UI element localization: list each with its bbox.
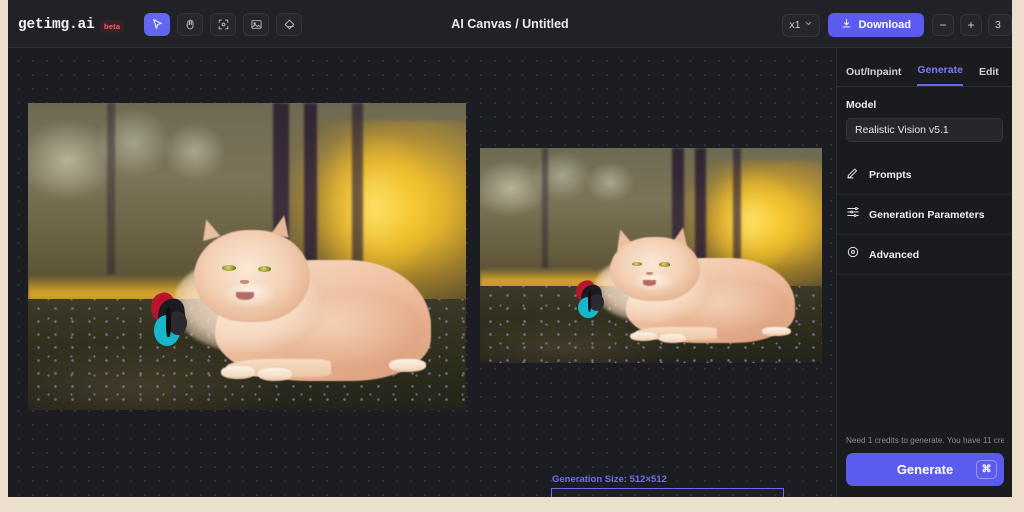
canvas-image-2[interactable] xyxy=(480,148,822,363)
hand-tool-button[interactable] xyxy=(177,13,203,36)
tool-group xyxy=(144,13,302,36)
download-label: Download xyxy=(858,19,911,31)
brand-logo: getimg.ai xyxy=(18,17,95,33)
tab-outinpaint[interactable]: Out/Inpaint xyxy=(846,66,901,86)
cursor-tool-button[interactable] xyxy=(144,13,170,36)
zoom-out-button[interactable]: − xyxy=(932,14,954,36)
image-icon xyxy=(250,18,263,31)
generate-label: Generate xyxy=(896,462,954,477)
cursor-icon xyxy=(151,18,164,31)
section-advanced-label: Advanced xyxy=(869,248,920,261)
zoom-controls: − + 3 xyxy=(932,14,1012,36)
credits-text: Need 1 credits to generate. You have 11 … xyxy=(846,436,1004,445)
download-icon xyxy=(841,18,852,32)
image-tool-button[interactable] xyxy=(243,13,269,36)
model-section-label: Model xyxy=(846,99,877,111)
chevron-down-icon xyxy=(804,19,813,31)
app-window: getimg.ai beta AI Canvas / Untitled x1 D… xyxy=(8,0,1012,497)
tab-edit[interactable]: Edit xyxy=(979,66,999,86)
generation-selection-box[interactable] xyxy=(551,488,784,497)
panel-footer: Need 1 credits to generate. You have 11 … xyxy=(837,436,1012,497)
right-panel: Out/Inpaint Generate Edit Model Realisti… xyxy=(836,48,1012,497)
panel-tabs: Out/Inpaint Generate Edit xyxy=(837,48,1012,86)
generate-button[interactable]: Generate ⌘ xyxy=(846,453,1004,486)
section-generation-parameters[interactable]: Generation Parameters xyxy=(837,195,1012,235)
scale-value: x1 xyxy=(789,19,801,31)
eraser-icon xyxy=(283,18,296,31)
top-toolbar: getimg.ai beta AI Canvas / Untitled x1 D… xyxy=(8,0,1012,48)
eraser-tool-button[interactable] xyxy=(276,13,302,36)
canvas-image-1[interactable] xyxy=(28,103,466,410)
zoom-level-value[interactable]: 3 xyxy=(988,14,1012,36)
model-select[interactable]: Realistic Vision v5.1 xyxy=(846,118,1003,142)
generate-shortcut-badge: ⌘ xyxy=(976,460,997,479)
zoom-in-button[interactable]: + xyxy=(960,14,982,36)
frame-icon xyxy=(217,18,230,31)
top-right-controls: x1 Download − + 3 xyxy=(782,13,1012,37)
section-advanced[interactable]: Advanced xyxy=(837,235,1012,275)
scale-select[interactable]: x1 xyxy=(782,13,821,37)
frame-tool-button[interactable] xyxy=(210,13,236,36)
hand-icon xyxy=(184,18,197,31)
section-prompts[interactable]: Prompts xyxy=(837,155,1012,195)
sliders-icon xyxy=(846,205,860,224)
download-button[interactable]: Download xyxy=(828,13,924,37)
generation-size-label: Generation Size: 512×512 xyxy=(552,474,667,485)
section-prompts-label: Prompts xyxy=(869,168,912,181)
pencil-icon xyxy=(846,165,860,184)
tab-generate[interactable]: Generate xyxy=(917,64,963,86)
model-value: Realistic Vision v5.1 xyxy=(855,124,949,136)
beta-badge: beta xyxy=(100,20,125,33)
section-generation-parameters-label: Generation Parameters xyxy=(869,208,985,221)
gear-icon xyxy=(846,245,860,264)
